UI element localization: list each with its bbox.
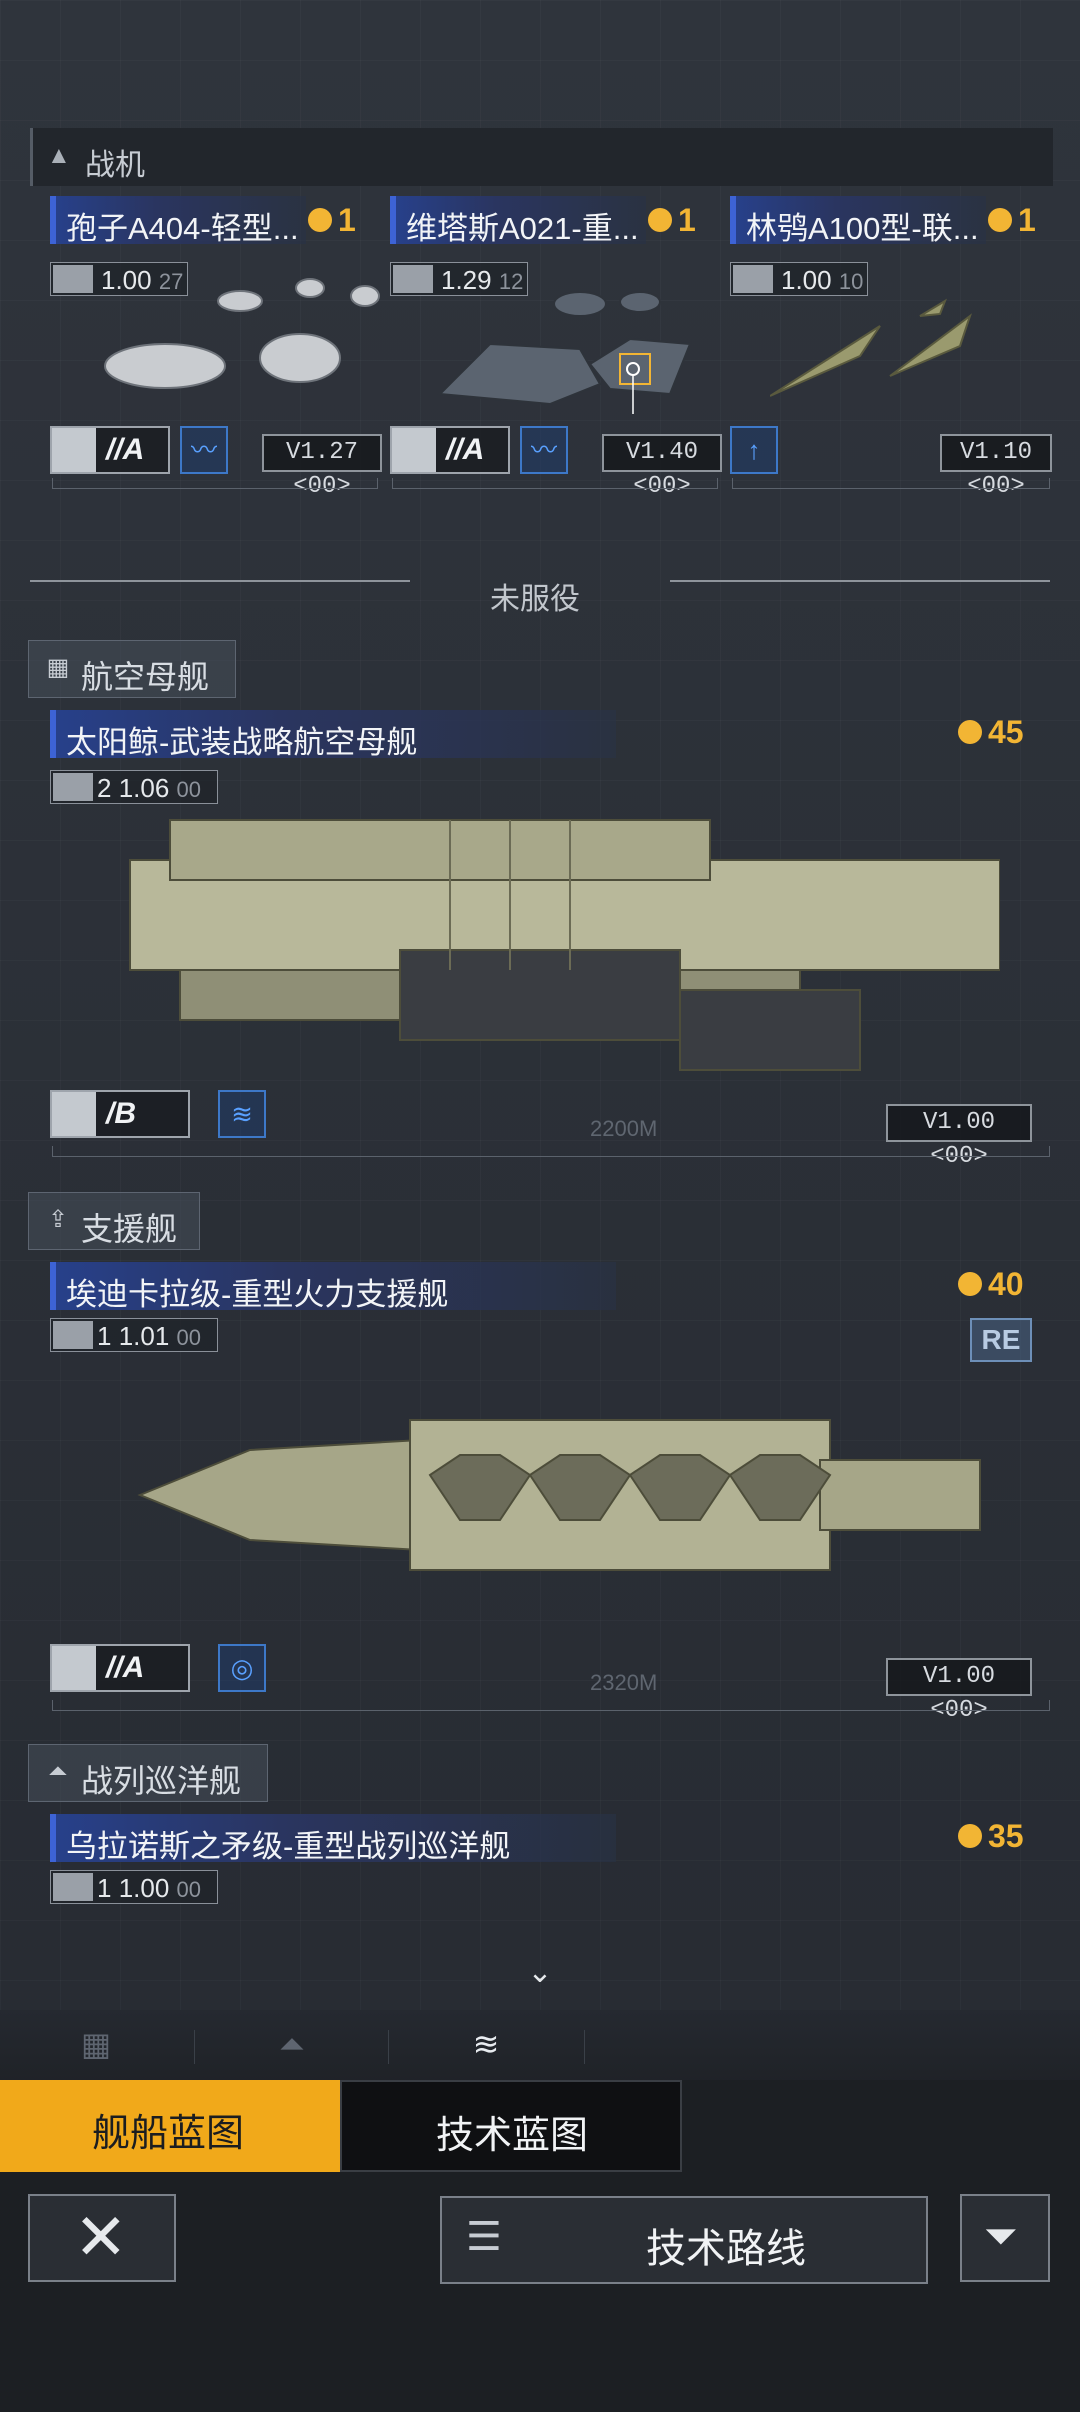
close-button[interactable]: ✕: [28, 2194, 176, 2282]
carrier-cost: 45: [958, 714, 1024, 751]
fighter-name: 孢子A404-轻型...: [66, 211, 299, 246]
fighter-name: 林鸮A100型-联...: [746, 211, 979, 246]
tab-separator: [584, 2030, 585, 2064]
fighter-name-bar: 孢子A404-轻型...: [50, 196, 306, 246]
fighter-name-bar: 林鸮A100型-联...: [730, 196, 986, 246]
stat-icon: [53, 1321, 93, 1349]
support-name-bar: 埃迪卡拉级-重型火力支援舰: [50, 1262, 616, 1312]
support-name: 埃迪卡拉级-重型火力支援舰: [66, 1277, 449, 1312]
carrier-version: V1.00 <00>: [886, 1104, 1032, 1170]
ruler: [52, 1146, 1050, 1157]
support-section-tag: ⇪ 支援舰: [28, 1192, 200, 1250]
cost-icon: [958, 719, 982, 744]
support-ship-image: [137, 1419, 981, 1571]
support-cost: 40: [958, 1266, 1024, 1303]
filter-button[interactable]: ⏷: [960, 2194, 1050, 2282]
carrier-ship-image: [129, 819, 1000, 1071]
grade-icon: [392, 428, 436, 472]
carrier-length: 2200M: [590, 1116, 658, 1141]
fighter-cost: 1: [308, 202, 356, 239]
fighter-grade-badge: //A: [390, 426, 510, 474]
cruiser-name: 乌拉诺斯之矛级-重型战列巡洋舰: [66, 1829, 511, 1864]
deploy-icon: ≋: [218, 1090, 266, 1138]
fighter-grade-badge: //A: [50, 426, 170, 474]
wave-icon: 〰: [520, 426, 568, 474]
support-stat: 1 1.01 00: [50, 1318, 218, 1352]
category-tab-row: [0, 2010, 1080, 2084]
carrier-name-bar: 太阳鲸-武装战略航空母舰: [50, 710, 616, 760]
cost-icon: [648, 207, 672, 232]
ruler: [392, 478, 718, 489]
fighter-version: V1.10 <00>: [940, 434, 1052, 500]
tab-support-icon[interactable]: ≋: [466, 2024, 506, 2064]
fighter-cost: 1: [648, 202, 696, 239]
cruiser-icon: ⏶: [48, 1758, 68, 1785]
tech-route-icon: ☰: [466, 2215, 502, 2259]
fighter-card[interactable]: 孢子A404-轻型... 1 1.00 27 //A 〰 V1.27 <00>: [50, 196, 382, 500]
tab-ship-blueprint[interactable]: 舰船蓝图: [0, 2080, 340, 2172]
inactive-divider-label: 未服役: [490, 583, 580, 616]
fighter-card[interactable]: 维塔斯A021-重... 1 1.29 12 //A 〰 V1.40 <00>: [390, 196, 722, 500]
grade-icon: [52, 1646, 96, 1690]
tab-separator: [194, 2030, 195, 2064]
carrier-icon: ▦: [46, 654, 70, 681]
stat-icon: [53, 265, 93, 293]
scroll-down-icon[interactable]: ⌄: [520, 1958, 560, 1988]
wave-icon: 〰: [180, 426, 228, 474]
cost-icon: [958, 1823, 982, 1848]
close-icon: ✕: [74, 2201, 128, 2273]
support-icon: ⇪: [47, 1206, 69, 1233]
cruiser-section-tag: ⏶ 战列巡洋舰: [28, 1744, 268, 1802]
stat-icon: [53, 773, 93, 801]
divider-left: [30, 580, 410, 582]
stat-icon: [53, 1873, 93, 1901]
fighter-section-icon: ▲: [47, 142, 71, 169]
fighter-ship-image: [437, 291, 692, 414]
ruler: [52, 478, 378, 489]
fighter-card[interactable]: 林鸮A100型-联... 1 1.00 10 ↑ V1.10 <00>: [730, 196, 1052, 500]
fighter-ship-image: [770, 298, 972, 397]
fighter-name-bar: 维塔斯A021-重...: [390, 196, 646, 246]
stat-icon: [393, 265, 433, 293]
support-length: 2320M: [590, 1670, 658, 1695]
fighter-ship-image: [104, 278, 380, 389]
tab-separator: [388, 2030, 389, 2064]
cruiser-stat: 1 1.00 00: [50, 1870, 218, 1904]
support-grade-badge: //A: [50, 1644, 190, 1692]
re-badge: RE: [970, 1318, 1032, 1362]
grade-icon: [52, 1092, 96, 1136]
fighter-name: 维塔斯A021-重...: [406, 211, 639, 246]
tech-route-button[interactable]: ☰ 技术路线: [440, 2196, 928, 2284]
divider-right: [670, 580, 1050, 582]
fighter-version: V1.27 <00>: [262, 434, 382, 500]
fighter-version: V1.40 <00>: [602, 434, 722, 500]
filter-icon: ⏷: [984, 2212, 1018, 2259]
carrier-section-tag: ▦ 航空母舰: [28, 640, 236, 698]
grade-icon: [52, 428, 96, 472]
radar-icon: ◎: [218, 1644, 266, 1692]
ruler: [732, 478, 1050, 489]
fighter-section-header: ▲ 战机: [30, 128, 1053, 186]
fighter-stat: 1.00 10: [730, 262, 868, 296]
tab-carrier-icon[interactable]: ▦: [76, 2024, 116, 2064]
cruiser-name-bar: 乌拉诺斯之矛级-重型战列巡洋舰: [50, 1814, 616, 1864]
ruler: [52, 1700, 1050, 1711]
cruiser-cost: 35: [958, 1818, 1024, 1855]
tab-cruiser-icon[interactable]: ⏶: [272, 2024, 312, 2064]
cost-icon: [308, 207, 332, 232]
tab-tech-blueprint[interactable]: 技术蓝图: [340, 2080, 682, 2172]
cost-icon: [958, 1271, 982, 1296]
carrier-grade-badge: /B: [50, 1090, 190, 1138]
support-version: V1.00 <00>: [886, 1658, 1032, 1724]
fighter-cost: 1: [988, 202, 1036, 239]
boost-icon: ↑: [730, 426, 778, 474]
cost-icon: [988, 207, 1012, 232]
carrier-name: 太阳鲸-武装战略航空母舰: [66, 725, 418, 760]
fighter-section-label: 战机: [85, 149, 145, 182]
stat-icon: [733, 265, 773, 293]
